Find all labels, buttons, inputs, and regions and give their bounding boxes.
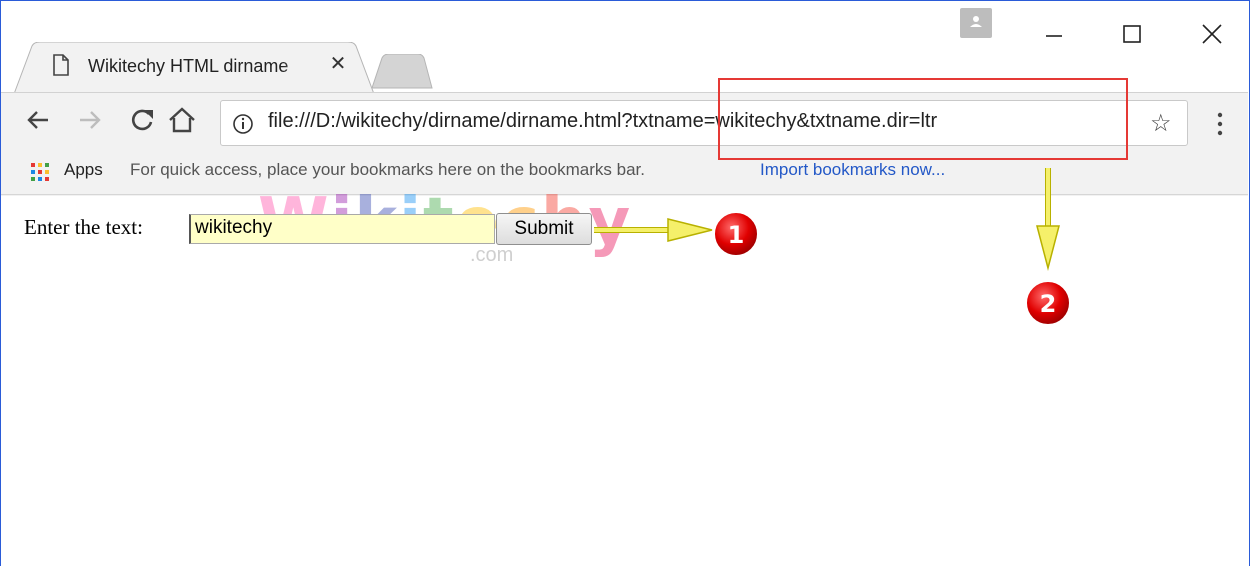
window-frame xyxy=(0,0,1250,566)
